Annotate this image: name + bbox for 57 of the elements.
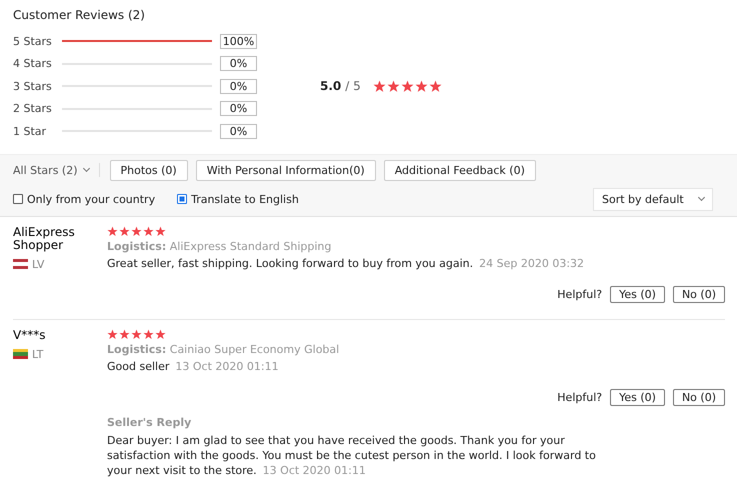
filter-button[interactable]: With Personal Information(0) bbox=[196, 160, 376, 180]
star-icon bbox=[119, 226, 130, 236]
star-icon bbox=[414, 80, 428, 93]
star-label: 2 Stars bbox=[13, 102, 53, 116]
reviewer-name: AliExpress Shopper bbox=[13, 226, 76, 252]
percent-badge: 100% bbox=[220, 34, 257, 49]
logistics-text: Logistics: AliExpress Standard Shipping bbox=[107, 240, 332, 252]
logistics-text: Logistics: Cainiao Super Economy Global bbox=[107, 342, 340, 356]
checkbox[interactable] bbox=[13, 194, 23, 204]
star-icon bbox=[400, 80, 414, 93]
reviewer-name: V***s bbox=[13, 328, 46, 342]
percent-badge: 0% bbox=[220, 101, 257, 116]
review-date: 13 Oct 2020 01:11 bbox=[175, 360, 279, 372]
star-icon bbox=[155, 328, 166, 340]
star-icon bbox=[131, 226, 142, 236]
checkbox[interactable] bbox=[177, 194, 188, 204]
review-date: 24 Sep 2020 03:32 bbox=[479, 256, 584, 270]
percent-badge: 0% bbox=[220, 56, 257, 72]
flag-icon bbox=[13, 259, 28, 269]
star-icon bbox=[155, 226, 166, 236]
star-label: 4 Stars bbox=[13, 57, 53, 70]
filter-button[interactable]: Photos (0) bbox=[110, 160, 188, 180]
no-button[interactable]: No (0) bbox=[672, 388, 725, 406]
filter-button[interactable]: Additional Feedback (0) bbox=[384, 160, 536, 180]
helpful-label: Helpful? bbox=[557, 288, 602, 300]
helpful-label: Helpful? bbox=[557, 390, 602, 404]
yes-button[interactable]: Yes (0) bbox=[610, 388, 665, 406]
yes-button[interactable]: Yes (0) bbox=[610, 286, 665, 302]
star-icon bbox=[372, 80, 386, 93]
percent-badge: 0% bbox=[220, 124, 257, 139]
country-code: LV bbox=[32, 258, 44, 270]
star-icon bbox=[107, 226, 118, 236]
review-text: Good seller bbox=[107, 360, 170, 372]
star-icon bbox=[119, 328, 130, 340]
country-code: LT bbox=[32, 348, 44, 360]
star-icon bbox=[131, 328, 142, 340]
checkbox-label[interactable]: Translate to English bbox=[191, 192, 299, 206]
reply-title: Seller's Reply bbox=[107, 416, 192, 428]
flag-icon bbox=[13, 349, 28, 359]
star-icon bbox=[107, 328, 118, 340]
section-title: Customer Reviews (2) bbox=[13, 8, 146, 22]
star-label: 5 Stars bbox=[13, 34, 53, 48]
reply-text: Dear buyer: I am glad to see that you have received the goods. Thank you for your satisfaction with the goods. You must be the cutest person in the world. I look forward to your next visit to the store. 13 Oct 2020 01:11 bbox=[107, 432, 597, 478]
star-label: 3 Stars bbox=[13, 80, 53, 93]
star-icon bbox=[386, 80, 400, 93]
percent-badge: 0% bbox=[220, 78, 257, 94]
star-filter-dropdown[interactable]: All Stars (2) bbox=[13, 164, 89, 176]
star-icon bbox=[428, 80, 442, 93]
review-text: Great seller, fast shipping. Looking forward to buy from you again. bbox=[107, 256, 474, 270]
star-icon bbox=[143, 226, 154, 236]
no-button[interactable]: No (0) bbox=[672, 286, 725, 302]
rating-max: / 5 bbox=[345, 79, 361, 94]
rating-score: 5.0 bbox=[320, 79, 342, 94]
sort-dropdown[interactable]: Sort by default bbox=[593, 188, 713, 210]
star-icon bbox=[143, 328, 154, 340]
checkbox-label[interactable]: Only from your country bbox=[27, 192, 156, 206]
star-label: 1 Star bbox=[13, 124, 48, 138]
